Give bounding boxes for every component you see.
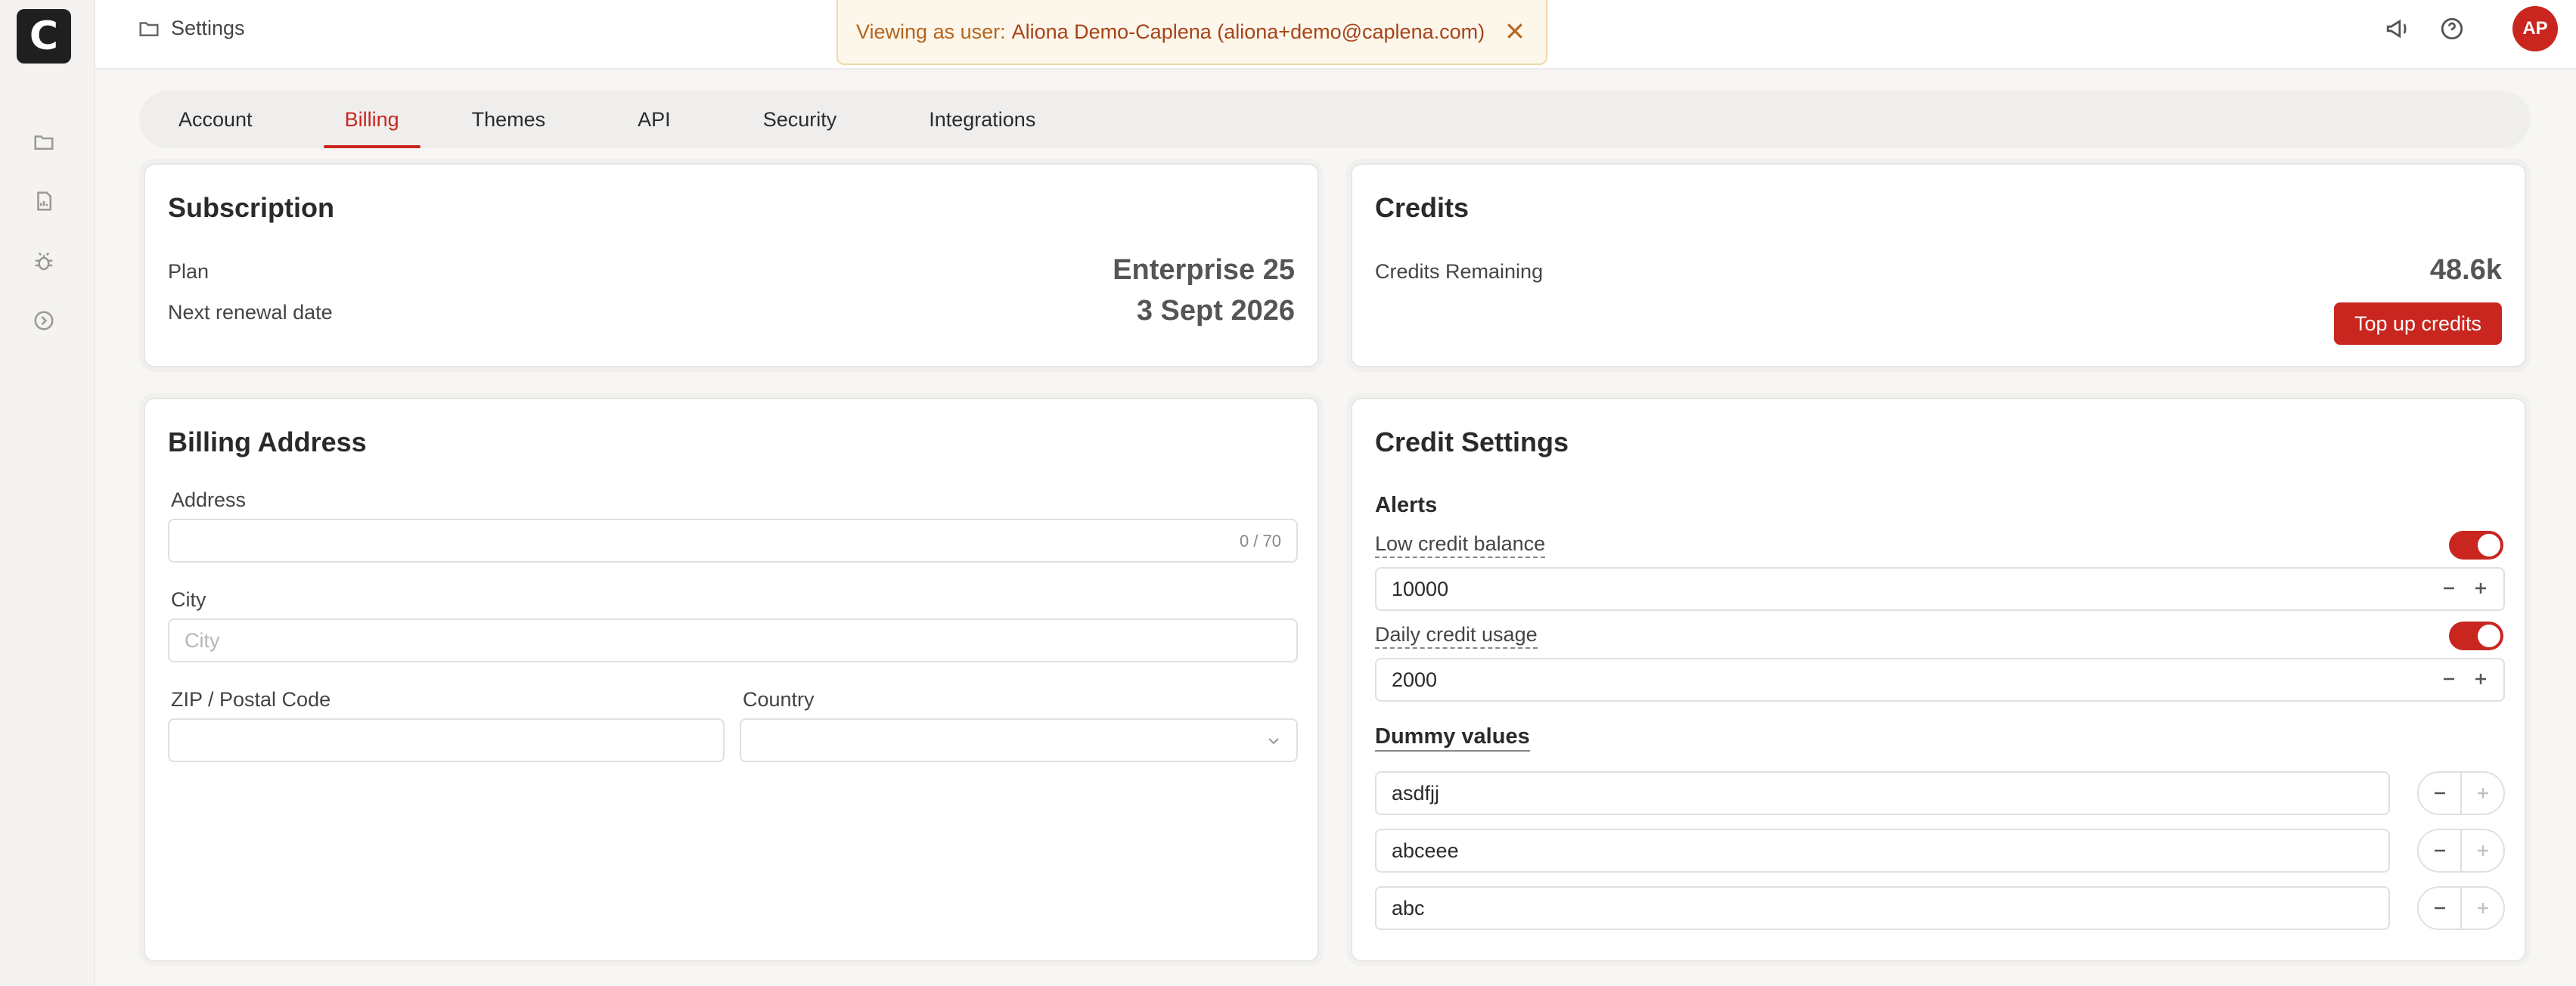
tab-billing[interactable]: Billing (323, 91, 421, 148)
caplena-logo[interactable]: C (17, 9, 71, 64)
banner-user: Aliona Demo-Caplena (aliona+demo@caplena… (1011, 20, 1485, 43)
credits-remaining-value: 48.6k (2429, 254, 2502, 286)
tab-account[interactable]: Account (178, 91, 253, 148)
low-balance-stepper[interactable]: 10000 (1375, 567, 2505, 611)
banner-prefix: Viewing as user: (856, 20, 1006, 43)
daily-usage-toggle[interactable] (2449, 622, 2503, 650)
help-icon[interactable] (2437, 14, 2467, 44)
impersonation-banner: Viewing as user: Aliona Demo-Caplena (al… (836, 0, 1547, 65)
minus-icon[interactable] (2419, 773, 2462, 814)
dummy-value-stepper (2417, 771, 2505, 815)
plan-value: Enterprise 25 (1113, 254, 1295, 286)
breadcrumb: Settings (138, 17, 245, 40)
daily-usage-stepper[interactable]: 2000 (1375, 658, 2505, 702)
tab-api[interactable]: API (638, 91, 671, 148)
plus-icon[interactable] (2470, 668, 2491, 690)
alerts-heading: Alerts (1375, 493, 1438, 517)
country-label: Country (743, 688, 815, 711)
country-select[interactable] (740, 718, 1298, 762)
city-placeholder: City (185, 628, 220, 652)
folder-icon (139, 21, 159, 36)
low-balance-value: 10000 (1392, 577, 1449, 600)
chevron-down-icon (1265, 732, 1283, 750)
credits-title: Credits (1375, 192, 1470, 223)
billing-address-title: Billing Address (168, 426, 367, 457)
dummy-value-input[interactable]: abc (1375, 886, 2390, 930)
credit-settings-title: Credit Settings (1375, 426, 1569, 457)
subscription-card: Subscription Plan Enterprise 25 Next ren… (144, 163, 1319, 367)
minus-icon[interactable] (2438, 578, 2460, 599)
dummy-value-stepper (2417, 829, 2505, 873)
bug-icon[interactable] (32, 250, 56, 274)
plus-icon[interactable] (2462, 830, 2503, 871)
zip-input[interactable] (168, 718, 725, 762)
dummy-value-text: abc (1392, 896, 1425, 919)
daily-usage-label: Daily credit usage (1375, 623, 1538, 649)
renewal-value: 3 Sept 2026 (1136, 295, 1295, 327)
avatar[interactable]: AP (2512, 6, 2558, 51)
minus-icon[interactable] (2419, 888, 2462, 929)
report-icon[interactable] (32, 189, 56, 213)
folder-icon[interactable] (32, 130, 56, 154)
sidebar: C (0, 0, 95, 986)
close-icon[interactable] (1504, 20, 1526, 42)
low-balance-toggle[interactable] (2449, 531, 2503, 560)
expand-sidebar-icon[interactable] (32, 309, 56, 333)
credit-settings-card: Credit Settings Alerts Low credit balanc… (1351, 398, 2526, 962)
zip-label: ZIP / Postal Code (171, 688, 331, 711)
settings-tabs: Account Billing Themes API Security Inte… (139, 91, 2531, 148)
low-balance-label: Low credit balance (1375, 532, 1546, 558)
minus-icon[interactable] (2419, 830, 2462, 871)
city-label: City (171, 588, 206, 611)
minus-icon[interactable] (2438, 668, 2460, 690)
credits-remaining-label: Credits Remaining (1375, 260, 1544, 283)
breadcrumb-settings[interactable]: Settings (171, 17, 245, 40)
dummy-value-text: asdfjj (1392, 781, 1440, 805)
tab-security[interactable]: Security (763, 91, 837, 148)
dummy-value-input[interactable]: abceee (1375, 829, 2390, 873)
plus-icon[interactable] (2462, 888, 2503, 929)
renewal-label: Next renewal date (168, 301, 333, 324)
billing-address-card: Billing Address Address 0 / 70 City City… (144, 398, 1319, 962)
plus-icon[interactable] (2470, 578, 2491, 599)
tab-integrations[interactable]: Integrations (929, 91, 1035, 148)
tab-themes[interactable]: Themes (472, 91, 546, 148)
address-input[interactable]: 0 / 70 (168, 519, 1298, 563)
top-up-credits-button[interactable]: Top up credits (2334, 302, 2502, 345)
daily-usage-value: 2000 (1392, 668, 1438, 691)
dummy-value-text: abceee (1392, 839, 1459, 862)
address-char-counter: 0 / 70 (1239, 532, 1281, 550)
dummy-value-input[interactable]: asdfjj (1375, 771, 2390, 815)
address-label: Address (171, 488, 247, 511)
plan-label: Plan (168, 260, 209, 283)
dummy-values-heading: Dummy values (1375, 724, 1530, 752)
plus-icon[interactable] (2462, 773, 2503, 814)
megaphone-icon[interactable] (2382, 14, 2413, 44)
city-input[interactable]: City (168, 619, 1298, 662)
dummy-value-stepper (2417, 886, 2505, 930)
subscription-title: Subscription (168, 192, 335, 223)
credits-card: Credits Credits Remaining 48.6k Top up c… (1351, 163, 2526, 367)
